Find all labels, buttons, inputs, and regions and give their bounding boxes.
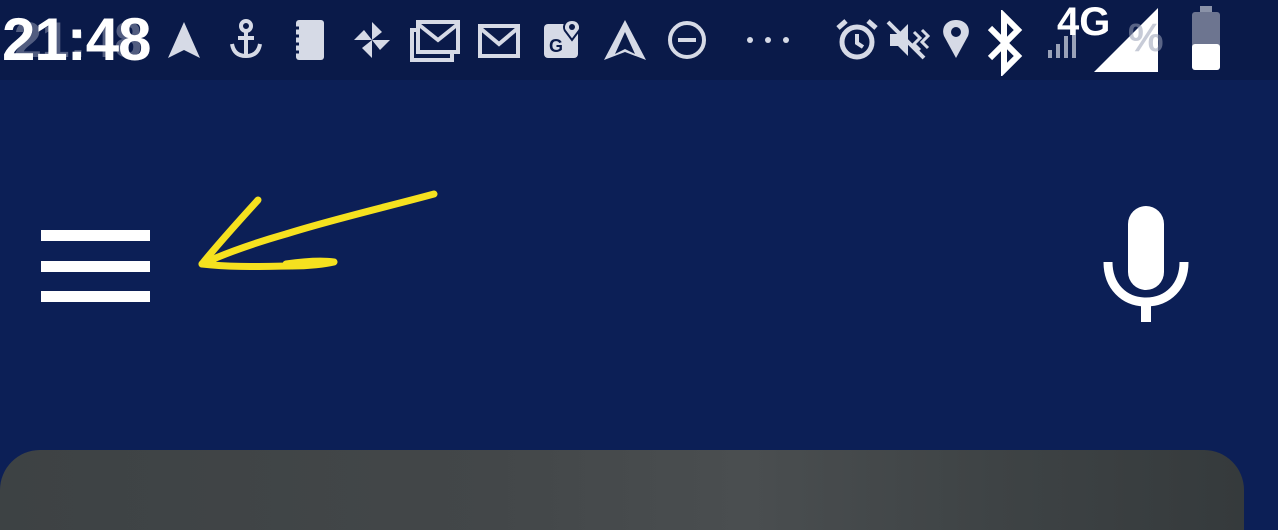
battery-percent-ghost: %	[1128, 16, 1164, 60]
voice-search-button[interactable]	[1088, 198, 1204, 328]
menu-button[interactable]	[30, 218, 162, 314]
gmail-icon	[478, 18, 520, 62]
location-icon	[938, 18, 974, 62]
gmail-stack-icon	[410, 18, 460, 62]
annotation-arrow	[198, 190, 438, 270]
navigation-arrow-icon	[164, 18, 204, 62]
google-maps-icon: G	[542, 18, 584, 62]
pinwheel-icon	[352, 18, 392, 62]
notes-icon	[290, 18, 330, 62]
battery-icon	[1186, 4, 1230, 70]
status-bar: 21:48 21:48 G 4G %	[0, 0, 1278, 80]
bluetooth-icon	[980, 10, 1030, 76]
hamburger-menu-icon	[41, 230, 150, 302]
more-dots-icon	[744, 18, 792, 62]
vibrate-icon	[884, 18, 930, 62]
do-not-disturb-icon	[666, 18, 708, 62]
anchor-icon	[226, 18, 266, 62]
svg-text:G: G	[549, 36, 563, 56]
content-card[interactable]	[0, 450, 1244, 530]
android-auto-icon	[602, 18, 648, 62]
microphone-icon	[1103, 206, 1189, 322]
alarm-icon	[834, 18, 880, 62]
clock: 21:48	[2, 6, 151, 73]
